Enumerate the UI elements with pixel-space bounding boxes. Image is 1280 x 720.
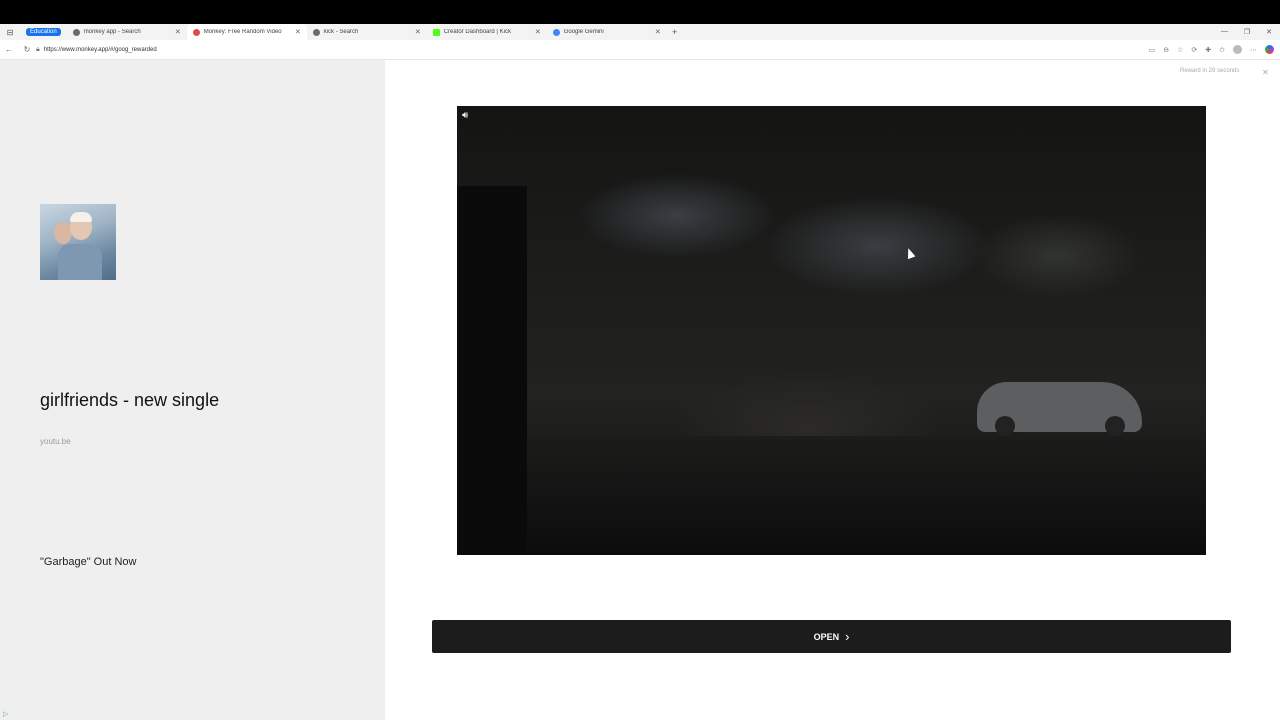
refresh-icon[interactable]: ⟳ bbox=[1191, 46, 1197, 54]
close-icon[interactable]: ✕ bbox=[535, 28, 541, 36]
minimize-icon[interactable]: — bbox=[1221, 28, 1228, 36]
favorites-icon[interactable]: ✩ bbox=[1219, 46, 1225, 54]
close-icon[interactable]: ✕ bbox=[415, 28, 421, 36]
tab-actions-icon[interactable]: ⊟ bbox=[0, 24, 20, 40]
screen-top-bar bbox=[0, 0, 1280, 24]
back-icon[interactable]: ← bbox=[0, 45, 18, 54]
tab-monkey-video[interactable]: Monkey: Free Random Video ✕ bbox=[186, 24, 307, 40]
restore-icon[interactable]: ❐ bbox=[1244, 28, 1250, 36]
monkey-icon bbox=[192, 28, 200, 36]
more-icon[interactable]: ⋯ bbox=[1250, 46, 1257, 54]
window-controls: — ❐ ✕ bbox=[1221, 28, 1280, 36]
car-wheel bbox=[995, 416, 1015, 436]
close-icon[interactable]: ✕ bbox=[175, 28, 181, 36]
thumbnail-figure-body bbox=[58, 244, 102, 280]
ad-info-panel: girlfriends - new single youtu.be "Garba… bbox=[0, 60, 385, 720]
tab-label: monkey app - Search bbox=[83, 29, 141, 35]
cast-icon[interactable]: ▭ bbox=[1149, 46, 1156, 54]
volume-icon[interactable]: 🔊︎ bbox=[462, 110, 468, 121]
close-icon[interactable]: ✕ bbox=[655, 28, 661, 36]
tab-kick-search[interactable]: kick - Search ✕ bbox=[307, 24, 427, 40]
address-bar: ← ↻ 🔒︎ https://www.monkey.app/#/goog_rew… bbox=[0, 40, 1280, 60]
ad-description: "Garbage" Out Now bbox=[40, 556, 137, 568]
thumbnail-figure-hair bbox=[70, 212, 92, 222]
adchoices-icon[interactable]: ▷ bbox=[3, 710, 8, 718]
reward-countdown: Reward in 29 seconds bbox=[1180, 68, 1240, 74]
gemini-icon bbox=[552, 28, 560, 36]
chevron-right-icon: › bbox=[845, 629, 850, 644]
tab-label: Google Gemini bbox=[563, 29, 604, 35]
ad-title[interactable]: girlfriends - new single bbox=[40, 390, 219, 411]
reload-icon[interactable]: ↻ bbox=[18, 45, 36, 54]
car-wheel bbox=[1105, 416, 1125, 436]
url-field[interactable]: https://www.monkey.app/#/goog_rewarded bbox=[44, 47, 157, 53]
new-tab-button[interactable]: + bbox=[667, 27, 683, 37]
tab-strip: ⊟ Education monkey app - Search ✕ Monkey… bbox=[0, 24, 1280, 40]
close-icon[interactable]: ✕ bbox=[1262, 68, 1269, 77]
copilot-icon[interactable] bbox=[1265, 45, 1274, 54]
extensions-icon[interactable]: ✚ bbox=[1205, 46, 1211, 54]
rewarded-ad-page: girlfriends - new single youtu.be "Garba… bbox=[0, 60, 1280, 720]
open-button-label: OPEN bbox=[813, 631, 840, 642]
search-icon bbox=[312, 28, 320, 36]
zoom-icon[interactable]: ⊖ bbox=[1163, 46, 1169, 54]
tab-label: kick - Search bbox=[323, 29, 359, 35]
tab-label: Monkey: Free Random Video bbox=[203, 29, 282, 35]
close-icon[interactable]: ✕ bbox=[295, 28, 301, 36]
ad-video[interactable]: 🔊︎ bbox=[457, 106, 1206, 555]
tab-creator-dashboard[interactable]: Creator Dashboard | Kick ✕ bbox=[427, 24, 547, 40]
video-car bbox=[977, 382, 1142, 436]
close-window-icon[interactable]: ✕ bbox=[1266, 28, 1272, 36]
tab-label: Creator Dashboard | Kick bbox=[443, 29, 511, 35]
open-button[interactable]: OPEN › bbox=[432, 620, 1231, 653]
star-icon[interactable]: ☆ bbox=[1177, 46, 1183, 54]
kick-icon bbox=[432, 28, 440, 36]
video-ground bbox=[457, 436, 1206, 555]
profile-avatar[interactable] bbox=[1233, 45, 1242, 54]
tab-google-gemini[interactable]: Google Gemini ✕ bbox=[547, 24, 667, 40]
ad-domain[interactable]: youtu.be bbox=[40, 437, 71, 446]
tab-monkey-search[interactable]: monkey app - Search ✕ bbox=[67, 24, 187, 40]
ad-thumbnail[interactable] bbox=[40, 204, 116, 280]
tab-group-chip[interactable]: Education bbox=[26, 28, 61, 36]
address-bar-actions: ▭ ⊖ ☆ ⟳ ✚ ✩ ⋯ bbox=[1149, 45, 1280, 54]
search-icon bbox=[72, 28, 80, 36]
video-tree-trunk bbox=[457, 186, 527, 555]
lock-icon[interactable]: 🔒︎ bbox=[36, 46, 40, 54]
